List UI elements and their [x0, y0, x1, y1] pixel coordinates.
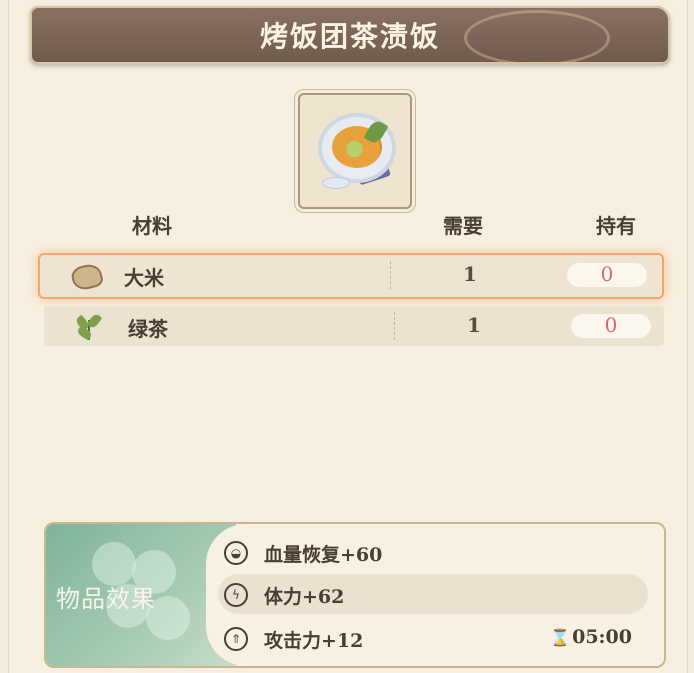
effect-duration: ⌛ 05:00: [550, 626, 632, 648]
title-bar: 烤饭团茶渍饭: [30, 6, 670, 64]
effects-title: 物品效果: [56, 585, 156, 613]
effect-row: ◒ 血量恢复+60: [218, 532, 648, 572]
item-effects-panel: 物品效果 ◒ 血量恢复+60 ϟ 体力+62 ⇑ 攻击力+12 ⌛ 05:00: [44, 522, 666, 668]
effect-row: ⇑ 攻击力+12 ⌛ 05:00: [218, 618, 648, 658]
material-name: 绿茶: [128, 317, 168, 341]
recipe-title: 烤饭团茶渍饭: [259, 20, 440, 53]
dish-image: [298, 93, 412, 209]
duration-value: 05:00: [572, 626, 632, 648]
material-need: 1: [467, 313, 481, 337]
rice-icon: [69, 261, 105, 293]
effects-list: ◒ 血量恢复+60 ϟ 体力+62 ⇑ 攻击力+12 ⌛ 05:00: [206, 524, 664, 666]
spoon-graphic: [322, 177, 350, 189]
material-have: 0: [600, 262, 614, 286]
effect-text: 体力+62: [264, 586, 345, 608]
effect-row: ϟ 体力+62: [218, 574, 648, 614]
ribbon-decoration: [464, 10, 610, 64]
material-row-green-tea[interactable]: 绿茶 1 0: [44, 306, 664, 346]
row-divider: [394, 312, 395, 340]
hourglass-icon: ⌛: [550, 628, 571, 647]
material-name: 大米: [124, 266, 164, 290]
effect-text: 血量恢复+60: [264, 544, 383, 566]
material-need: 1: [463, 262, 477, 286]
plate-graphic: [318, 113, 396, 183]
header-need: 需要: [443, 214, 483, 238]
tea-leaf-icon: [74, 312, 104, 341]
material-have: 0: [604, 313, 618, 337]
stamina-icon: ϟ: [224, 583, 248, 607]
row-divider: [390, 261, 391, 289]
effect-text: 攻击力+12: [264, 630, 364, 652]
hp-restore-icon: ◒: [224, 541, 248, 565]
header-material: 材料: [132, 214, 172, 238]
attack-icon: ⇑: [224, 627, 248, 651]
header-have: 持有: [596, 214, 636, 238]
material-row-rice[interactable]: 大米 1 0: [40, 255, 662, 297]
